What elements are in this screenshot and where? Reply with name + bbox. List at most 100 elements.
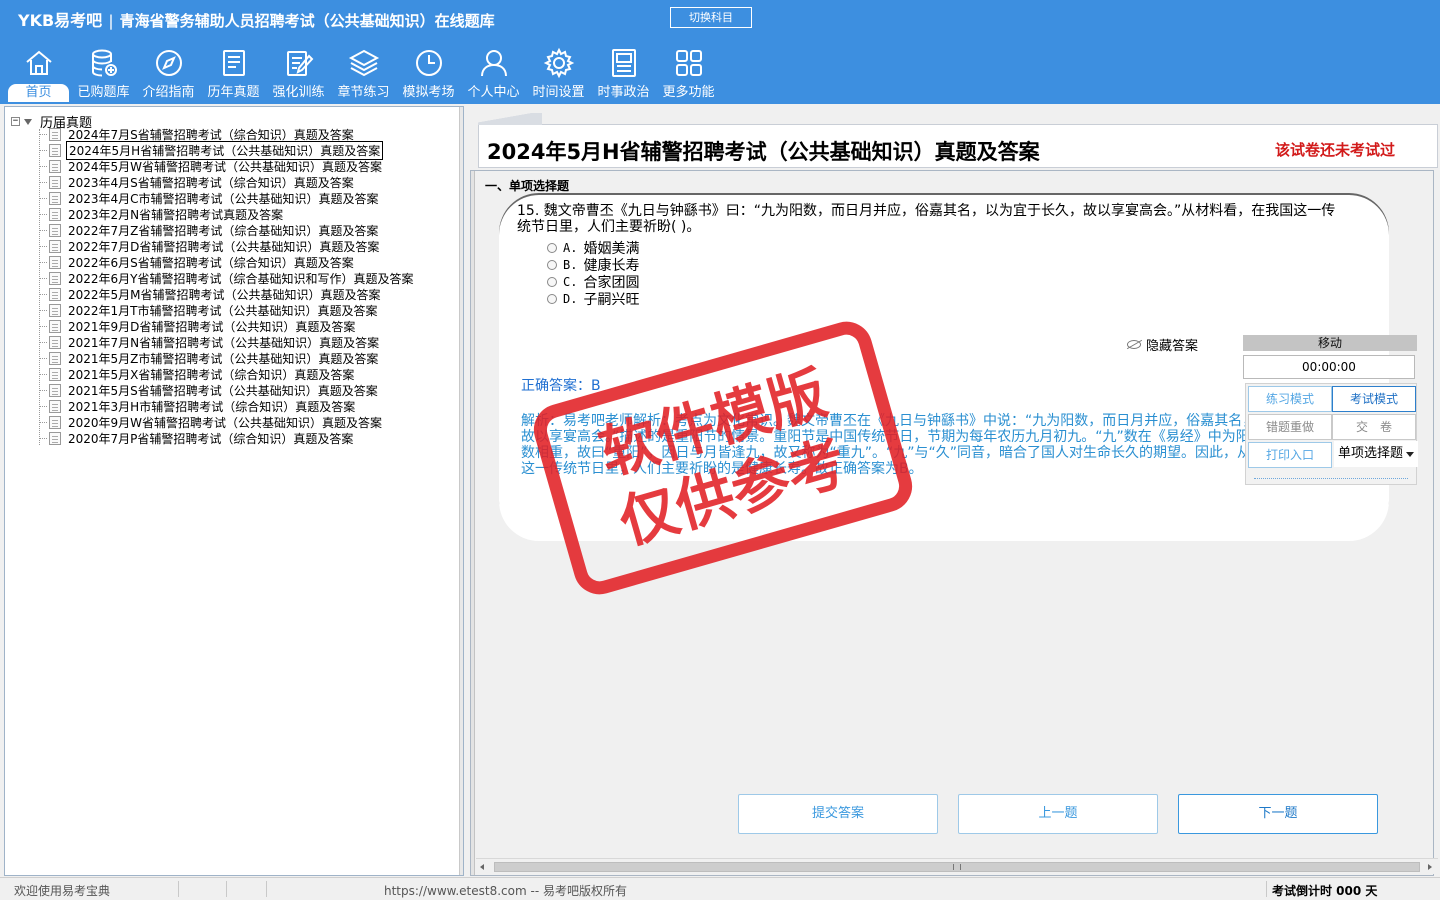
status-bar: 欢迎使用易考宝典 https://www.etest8.com -- 易考吧版权… [0, 877, 1440, 900]
tree-item[interactable]: 2023年2月N省辅警招聘考试真题及答案 [39, 206, 416, 222]
option-c[interactable]: C. 合家团圆 [547, 273, 639, 291]
nav-item-training[interactable]: 强化训练 [266, 44, 331, 104]
radio-button[interactable] [547, 242, 557, 253]
tree-item[interactable]: 2020年9月W省辅警招聘考试（公共基础知识）真题及答案 [39, 414, 416, 430]
tree-item[interactable]: 2021年5月X省辅警招聘考试（综合知识）真题及答案 [39, 366, 416, 382]
exam-list: 2024年7月S省辅警招聘考试（综合知识）真题及答案 2024年5月H省辅警招聘考… [39, 126, 416, 446]
nav-item-mock-exam[interactable]: 模拟考场 [396, 44, 461, 104]
grid-icon [676, 50, 702, 76]
tree-item[interactable]: 2021年7月N省辅警招聘考试（公共基础知识）真题及答案 [39, 334, 416, 350]
tree-connector [39, 149, 47, 151]
nav-item-profile[interactable]: 个人中心 [461, 44, 526, 104]
status-divider [178, 881, 179, 897]
practice-mode-button[interactable]: 练习模式 [1248, 386, 1332, 412]
tree-item[interactable]: 2022年7月Z省辅警招聘考试（综合基础知识）真题及答案 [39, 222, 416, 238]
radio-button[interactable] [547, 276, 557, 287]
section-label: 一、单项选择题 [485, 179, 570, 193]
submit-answer-button[interactable]: 提交答案 [738, 794, 938, 834]
nav-label: 已购题库 [77, 85, 130, 100]
scroll-right-icon[interactable] [1428, 864, 1432, 870]
document-icon [49, 319, 61, 333]
prev-question-button[interactable]: 上一题 [958, 794, 1158, 834]
answer-label: 正确答案： [521, 378, 591, 394]
exam-mode-button[interactable]: 考试模式 [1332, 386, 1416, 412]
panel-splitter[interactable] [459, 107, 463, 875]
horizontal-scrollbar[interactable] [476, 858, 1438, 874]
tree-item[interactable]: 2023年4月S省辅警招聘考试（综合知识）真题及答案 [39, 174, 416, 190]
move-handle[interactable]: 移动 [1243, 335, 1417, 351]
tree-item[interactable]: 2024年5月H省辅警招聘考试（公共基础知识）真题及答案 [39, 140, 416, 160]
collapse-toggle[interactable]: − [11, 117, 20, 126]
tree-connector [39, 405, 47, 407]
tree-item[interactable]: 2020年7月P省辅警招聘考试（综合知识）真题及答案 [39, 430, 416, 446]
document-icon [49, 303, 61, 317]
status-divider [226, 881, 227, 897]
chevron-down-icon [1406, 452, 1414, 457]
tree-item[interactable]: 2021年5月Z市辅警招聘考试（公共基础知识）真题及答案 [39, 350, 416, 366]
document-icon [49, 335, 61, 349]
app-title-text: 青海省警务辅助人员招聘考试（公共基础知识）在线题库 [119, 12, 495, 30]
print-entry-button[interactable]: 打印入口 [1248, 442, 1332, 468]
tree-item[interactable]: 2024年5月W省辅警招聘考试（公共基础知识）真题及答案 [39, 158, 416, 174]
database-icon [92, 49, 117, 77]
next-question-button[interactable]: 下一题 [1178, 794, 1378, 834]
exam-title: 2024年5月H省辅警招聘考试（公共基础知识）真题及答案 [487, 140, 1040, 164]
hide-answer-toggle[interactable]: 隐藏答案 [1127, 335, 1198, 354]
nav-item-guide[interactable]: 介绍指南 [136, 44, 201, 104]
document-icon [49, 207, 61, 221]
question-type-select[interactable]: 单项选择题 [1334, 441, 1418, 467]
nav-item-home[interactable]: 首页 [6, 44, 71, 104]
answer-analysis: 解析：易考吧老师解析：考点为文化常识。魏文帝曹丕在《九日与钟繇书》中说：“九为阳… [521, 413, 1355, 477]
document-icon [49, 287, 61, 301]
document-icon [49, 223, 61, 237]
radio-button[interactable] [547, 259, 557, 270]
scroll-thumb[interactable] [494, 862, 1420, 872]
nav-item-purchased[interactable]: 已购题库 [71, 44, 136, 104]
options-list: A. 婚姻美满 B. 健康长寿 C. 合家团圆 D. 子嗣兴旺 [547, 239, 640, 308]
tree-connector [39, 245, 47, 247]
tree-item-label: 2021年5月Z市辅警招聘考试（公共基础知识）真题及答案 [68, 351, 379, 366]
option-text: 子嗣兴旺 [583, 291, 640, 308]
nav-item-more[interactable]: 更多功能 [656, 44, 721, 104]
status-welcome: 欢迎使用易考宝典 [14, 884, 111, 898]
tree-item[interactable]: 2022年7月D省辅警招聘考试（公共基础知识）真题及答案 [39, 238, 416, 254]
timer-display: 00:00:00 [1243, 355, 1415, 379]
tree-item-label: 2022年1月T市辅警招聘考试（公共基础知识）真题及答案 [68, 303, 378, 318]
tree-item[interactable]: 2022年5月M省辅警招聘考试（公共基础知识）真题及答案 [39, 286, 416, 302]
option-d[interactable]: D. 子嗣兴旺 [547, 290, 640, 308]
submit-paper-button[interactable]: 交 卷 [1332, 414, 1416, 440]
wrong-redo-button[interactable]: 错题重做 [1248, 414, 1332, 440]
document-icon [49, 383, 61, 397]
tree-item[interactable]: 2022年6月Y省辅警招聘考试（综合基础知识和写作）真题及答案 [39, 270, 416, 286]
option-a[interactable]: A. 婚姻美满 [547, 239, 639, 257]
content-edge [471, 171, 475, 875]
tree-item[interactable]: 2021年5月S省辅警招聘考试（公共基础知识）真题及答案 [39, 382, 416, 398]
tree-item[interactable]: 2022年1月T市辅警招聘考试（公共基础知识）真题及答案 [39, 302, 416, 318]
nav-item-time-settings[interactable]: 时间设置 [526, 44, 591, 104]
radio-button[interactable] [547, 293, 557, 304]
compass-icon [156, 50, 182, 76]
nav-item-past-exams[interactable]: 历年真题 [201, 44, 266, 104]
switch-subject-button[interactable]: 切换科目 [670, 7, 752, 28]
question-type-value: 单项选择题 [1338, 446, 1404, 461]
nav-item-chapters[interactable]: 章节练习 [331, 44, 396, 104]
tree-connector [39, 213, 47, 215]
tree-item-label: 2022年5月M省辅警招聘考试（公共基础知识）真题及答案 [68, 287, 381, 302]
tree-item-label: 2022年6月S省辅警招聘考试（综合知识）真题及答案 [68, 255, 354, 270]
document-icon [49, 431, 61, 445]
option-b[interactable]: B. 健康长寿 [547, 256, 639, 274]
tree-item[interactable]: 2021年3月H市辅警招聘考试（综合知识）真题及答案 [39, 398, 416, 414]
nav-label: 强化训练 [272, 85, 325, 100]
scroll-left-icon[interactable] [480, 864, 484, 870]
list-icon [223, 50, 245, 76]
tree-item[interactable]: 2022年6月S省辅警招聘考试（综合知识）真题及答案 [39, 254, 416, 270]
exam-title-bar: 2024年5月H省辅警招聘考试（公共基础知识）真题及答案 该试卷还未考试过 [478, 113, 1438, 168]
document-icon [49, 255, 61, 269]
tree-item-label: 2021年9月D省辅警招聘考试（公共知识）真题及答案 [68, 319, 356, 334]
tree-item[interactable]: 2023年4月C市辅警招聘考试（公共基础知识）真题及答案 [39, 190, 416, 206]
nav-item-current-affairs[interactable]: 时事政治 [591, 44, 656, 104]
document-icon [49, 367, 61, 381]
tree-connector [39, 309, 47, 311]
app-header: YKB易考吧 | 青海省警务辅助人员招聘考试（公共基础知识）在线题库 切换科目 首页… [0, 0, 1440, 104]
tree-item[interactable]: 2021年9月D省辅警招聘考试（公共知识）真题及答案 [39, 318, 416, 334]
